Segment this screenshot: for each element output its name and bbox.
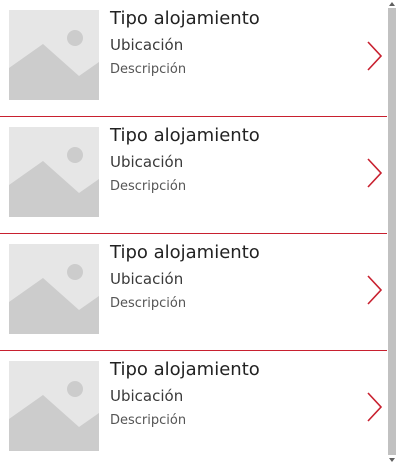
item-location: Ubicación — [110, 36, 184, 54]
item-description: Descripción — [110, 296, 187, 311]
item-description: Descripción — [110, 413, 187, 428]
vertical-scrollbar[interactable] — [387, 0, 407, 469]
image-placeholder-icon — [9, 10, 99, 100]
gallery-item[interactable]: Tipo alojamiento Ubicación Descripción — [0, 117, 387, 234]
image-placeholder-icon — [9, 244, 99, 334]
item-title: Tipo alojamiento — [110, 359, 260, 380]
accommodation-gallery: Tipo alojamiento Ubicación Descripción T… — [0, 0, 387, 469]
item-title: Tipo alojamiento — [110, 125, 260, 146]
item-location: Ubicación — [110, 270, 184, 288]
scroll-track[interactable] — [387, 8, 397, 455]
chevron-right-icon[interactable] — [364, 274, 384, 306]
chevron-right-icon[interactable] — [364, 391, 384, 423]
item-title: Tipo alojamiento — [110, 8, 260, 29]
item-location: Ubicación — [110, 153, 184, 171]
item-title: Tipo alojamiento — [110, 242, 260, 263]
image-placeholder-icon — [9, 361, 99, 451]
chevron-right-icon[interactable] — [364, 40, 384, 72]
gallery-item[interactable]: Tipo alojamiento Ubicación Descripción — [0, 234, 387, 351]
image-placeholder-icon — [9, 127, 99, 217]
item-description: Descripción — [110, 179, 187, 194]
item-description: Descripción — [110, 62, 187, 77]
gallery-item[interactable]: Tipo alojamiento Ubicación Descripción — [0, 0, 387, 117]
item-location: Ubicación — [110, 387, 184, 405]
scroll-up-arrow-icon[interactable] — [389, 2, 395, 6]
scroll-down-arrow-icon[interactable] — [389, 458, 395, 462]
gallery-item[interactable]: Tipo alojamiento Ubicación Descripción — [0, 351, 387, 468]
chevron-right-icon[interactable] — [364, 157, 384, 189]
scroll-thumb[interactable] — [388, 8, 396, 455]
